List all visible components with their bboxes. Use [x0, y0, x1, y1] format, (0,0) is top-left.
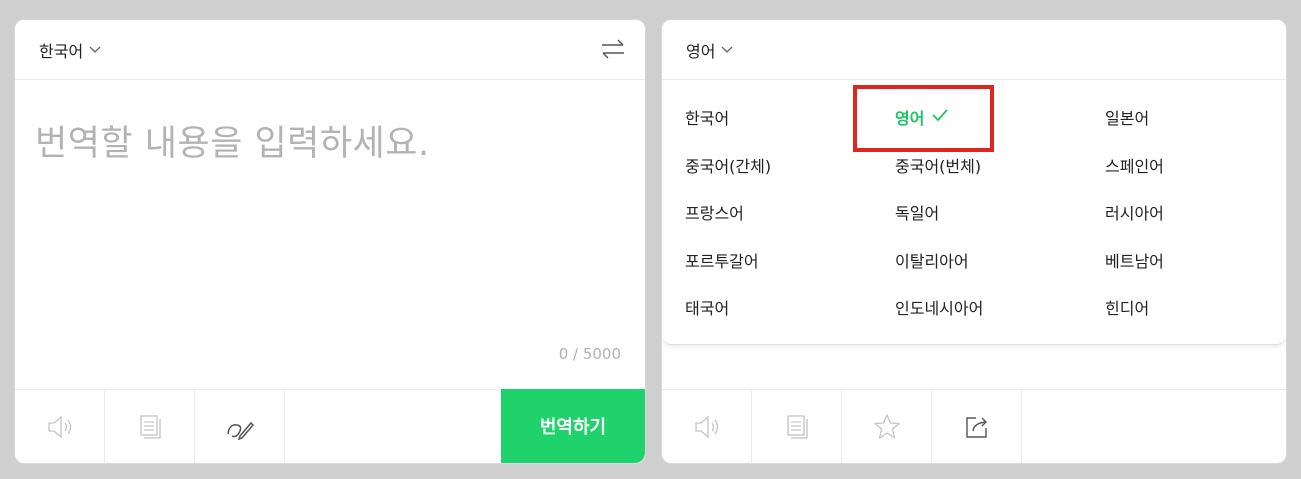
- language-option-label: 이탈리아어: [895, 251, 969, 271]
- speaker-icon: [694, 415, 718, 438]
- language-option[interactable]: 중국어(간체): [685, 153, 895, 201]
- language-option-label: 스페인어: [1105, 156, 1164, 176]
- language-option-label: 독일어: [895, 204, 940, 223]
- target-language-label: 영어: [686, 41, 716, 61]
- copy-button[interactable]: [752, 390, 842, 463]
- favorite-button[interactable]: [842, 390, 932, 463]
- language-option[interactable]: 프랑스어: [685, 200, 895, 248]
- language-option[interactable]: 독일어: [895, 200, 1105, 248]
- language-option-label: 인도네시아어: [895, 299, 984, 318]
- language-dropdown: 한국어 영어 일본어 중국어(간체) 중국어(번체) 스페인어 프랑스어 독일어 러시아어 포르투…: [662, 80, 1286, 345]
- source-language-label: 한국어: [39, 41, 84, 61]
- language-option-label: 중국어(번체): [895, 156, 982, 176]
- selection-highlight-box: [853, 85, 994, 152]
- language-option-label: 러시아어: [1105, 204, 1164, 223]
- copy-icon: [139, 414, 161, 439]
- language-option[interactable]: 스페인어: [1105, 153, 1286, 201]
- language-option-label: 베트남어: [1105, 251, 1164, 271]
- source-language-bar: 한국어: [15, 20, 645, 80]
- chevron-down-icon: [89, 46, 101, 53]
- language-option[interactable]: 이탈리아어: [895, 248, 1105, 296]
- language-option-label: 한국어: [685, 109, 730, 128]
- chevron-down-icon: [721, 46, 733, 53]
- listen-button[interactable]: [15, 390, 105, 463]
- language-option-label: 포르투갈어: [685, 251, 759, 271]
- copy-button[interactable]: [105, 390, 195, 463]
- target-language-bar: 영어: [662, 20, 1286, 80]
- language-option-label: 태국어: [685, 299, 730, 318]
- target-toolbar: [662, 389, 1286, 463]
- language-option[interactable]: 힌디어: [1105, 295, 1286, 343]
- translate-button[interactable]: 번역하기: [501, 389, 645, 463]
- source-language-select[interactable]: 한국어: [39, 38, 101, 62]
- language-option[interactable]: 베트남어: [1105, 248, 1286, 296]
- swap-icon[interactable]: [601, 39, 625, 59]
- language-option[interactable]: 중국어(번체): [895, 153, 1105, 201]
- share-icon: [965, 416, 987, 438]
- language-option[interactable]: 일본어: [1105, 105, 1286, 153]
- listen-button[interactable]: [662, 390, 752, 463]
- language-option[interactable]: 러시아어: [1105, 200, 1286, 248]
- language-option-label: 중국어(간체): [685, 156, 772, 176]
- speaker-icon: [47, 415, 71, 438]
- language-option-label: 힌디어: [1105, 299, 1150, 318]
- source-panel: 한국어 번역할 내용을 입력하세요. 0 / 5000 번역하기: [14, 19, 646, 464]
- character-counter: 0 / 5000: [558, 345, 621, 363]
- language-option[interactable]: 인도네시아어: [895, 295, 1105, 343]
- language-option-label: 프랑스어: [685, 204, 744, 223]
- handwriting-icon: [226, 421, 254, 440]
- copy-icon: [786, 414, 808, 439]
- target-language-select[interactable]: 영어: [686, 38, 733, 62]
- target-panel: 영어 한국어 영어 일본어 중국어(간체) 중국어(번체) 스페인어 프랑스어 독일어 러시아어…: [661, 19, 1287, 464]
- star-icon: [873, 413, 900, 439]
- source-text-input[interactable]: 번역할 내용을 입력하세요.: [35, 115, 625, 166]
- language-option-label: 일본어: [1105, 109, 1150, 128]
- language-option[interactable]: 포르투갈어: [685, 248, 895, 296]
- share-button[interactable]: [932, 390, 1022, 463]
- handwriting-button[interactable]: [195, 390, 285, 463]
- language-option[interactable]: 태국어: [685, 295, 895, 343]
